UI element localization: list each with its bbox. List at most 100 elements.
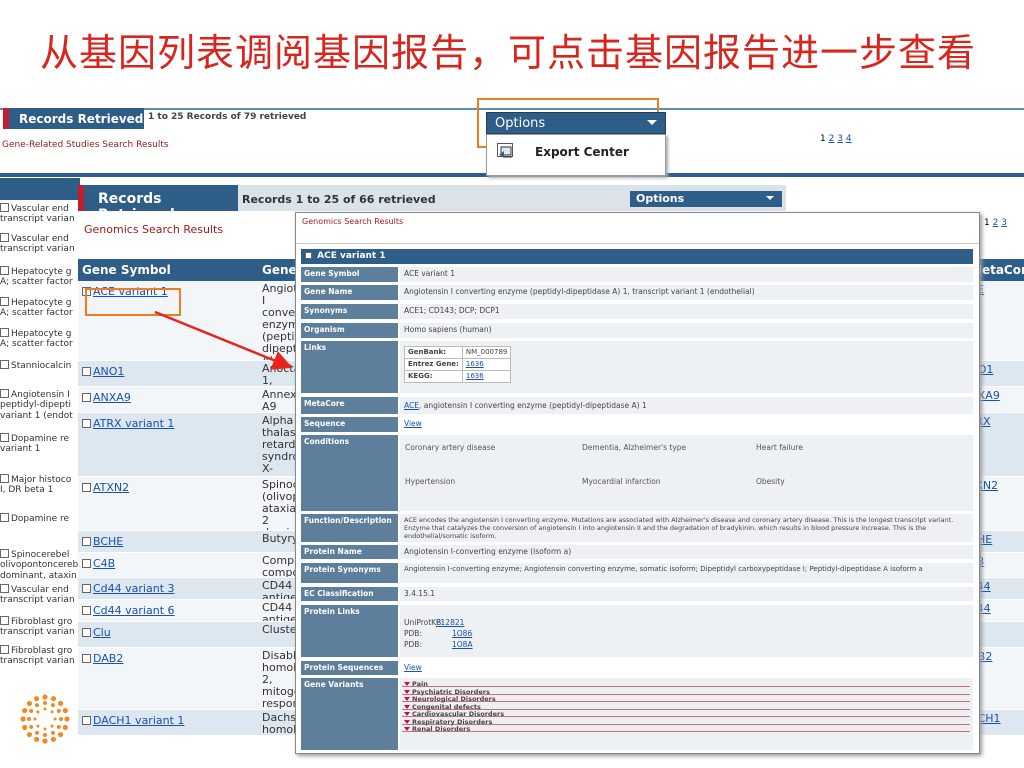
sequence-view-link[interactable]: View <box>404 419 422 428</box>
page-2-link[interactable]: 2 <box>829 134 835 144</box>
list-item: I, DR beta 1 <box>0 485 82 496</box>
list-item: transcript varian <box>0 214 82 225</box>
gene-variant-item[interactable]: Cardiovascular Disorders <box>402 711 970 717</box>
gene-variant-item[interactable]: Neurological Disorders <box>402 696 970 702</box>
row-checkbox[interactable] <box>82 393 91 402</box>
row-checkbox[interactable] <box>82 716 91 725</box>
record-checkbox[interactable] <box>305 252 312 259</box>
sequence-label: Sequence <box>301 417 398 432</box>
gene-symbol-link[interactable]: Cd44 variant 6 <box>93 604 175 617</box>
logo-dot <box>56 709 61 713</box>
row-checkbox[interactable] <box>82 419 91 428</box>
list-item-text: Angiotensin I <box>11 390 70 400</box>
gene-variant-item[interactable]: Respiratory Disorders <box>402 718 970 725</box>
list-item: transcript varian <box>0 595 82 606</box>
row-checkbox[interactable] <box>0 360 9 369</box>
row-checkbox[interactable] <box>0 549 9 558</box>
gene-variant-item[interactable]: Pain <box>402 681 970 687</box>
row-checkbox[interactable] <box>82 654 91 663</box>
row-checkbox[interactable] <box>0 297 9 306</box>
list-item: Stanniocalcin <box>0 360 82 372</box>
gene-symbol-link[interactable]: ATXN2 <box>93 481 129 494</box>
gene-symbol-link[interactable]: DAB2 <box>93 652 123 665</box>
results-subtitle: Gene-Related Studies Search Results <box>2 140 169 150</box>
row-checkbox[interactable] <box>82 537 91 546</box>
logo-dot <box>33 696 40 702</box>
row-checkbox[interactable] <box>0 203 9 212</box>
row-checkbox[interactable] <box>0 584 9 593</box>
page-1[interactable]: 1 <box>820 134 826 144</box>
logo-dot <box>62 724 68 731</box>
list-item-text: I, DR beta 1 <box>0 485 54 495</box>
logo-dot <box>50 696 57 702</box>
records-retrieved-tab[interactable]: Records Retrieved <box>9 108 144 129</box>
gene-symbol-link[interactable]: BCHE <box>93 535 123 548</box>
divider <box>296 243 979 244</box>
gene-symbol-link[interactable]: ANO1 <box>93 365 124 378</box>
records-retrieved-tab[interactable]: Records Retrieved <box>84 185 238 223</box>
row-checkbox[interactable] <box>82 628 91 637</box>
page-4-link[interactable]: 4 <box>846 134 852 144</box>
list-item-text: A; scatter factor <box>0 339 73 349</box>
list-item: A; scatter factor <box>0 339 82 350</box>
page-2-link[interactable]: 2 <box>993 218 999 228</box>
gene-header[interactable]: Gene <box>262 263 297 277</box>
export-center-menu-item[interactable]: Export Center <box>535 145 629 159</box>
function-value: ACE encodes the angiotensin I converting… <box>400 514 973 542</box>
row-checkbox[interactable] <box>0 474 9 483</box>
list-item-text: Stanniocalcin <box>11 361 72 371</box>
uniprot-link[interactable]: P12821 <box>436 618 464 627</box>
logo-dot <box>51 730 55 735</box>
row-checkbox[interactable] <box>0 389 9 398</box>
row-checkbox[interactable] <box>82 584 91 593</box>
logo-dot <box>29 725 34 729</box>
gene-report-popup: Genomics Search Results ACE variant 1 Ge… <box>295 212 980 754</box>
logo-dot <box>50 736 57 742</box>
entrez-label: Entrez Gene: <box>404 358 463 371</box>
gene-variants-value: Pain Psychiatric Disorders Neurological Di… <box>400 678 973 750</box>
gene-symbol-link[interactable]: DACH1 variant 1 <box>93 714 184 727</box>
triangle-down-icon <box>404 682 410 686</box>
gene-symbol-cell: ANO1 <box>82 365 124 378</box>
pdb-link[interactable]: 1O8A <box>452 640 473 649</box>
gene-variant-item[interactable]: Renal Disorders <box>402 726 970 732</box>
conditions-label: Conditions <box>301 435 398 511</box>
options-dropdown[interactable]: Options <box>486 112 666 134</box>
row-checkbox[interactable] <box>0 616 9 625</box>
pdb-link[interactable]: 1O86 <box>452 629 472 638</box>
gene-symbol-cell: Clu <box>82 626 111 639</box>
row-checkbox[interactable] <box>0 328 9 337</box>
row-checkbox[interactable] <box>0 233 9 242</box>
gene-symbol-link[interactable]: C4B <box>93 557 115 570</box>
page-1[interactable]: 1 <box>984 218 990 228</box>
gene-symbol-link[interactable]: ATRX variant 1 <box>93 417 174 430</box>
page-3-link[interactable]: 3 <box>837 134 843 144</box>
row-checkbox[interactable] <box>0 266 9 275</box>
row-checkbox[interactable] <box>0 645 9 654</box>
page-3-link[interactable]: 3 <box>1001 218 1007 228</box>
list-item-text: Hepatocyte g <box>11 329 72 339</box>
gene-symbol-link[interactable]: Cd44 variant 3 <box>93 582 175 595</box>
kegg-link[interactable]: 1636 <box>461 370 512 383</box>
record-title: ACE variant 1 <box>317 251 386 261</box>
row-checkbox[interactable] <box>0 513 9 522</box>
logo-dot <box>22 724 28 731</box>
list-item-text: transcript varian <box>0 244 75 254</box>
row-checkbox[interactable] <box>82 483 91 492</box>
gene-symbol-link[interactable]: ANXA9 <box>93 391 131 404</box>
gene-symbol-link[interactable]: Clu <box>93 626 111 639</box>
gene-symbol-header[interactable]: Gene Symbol <box>82 263 171 277</box>
protein-sequence-view-link[interactable]: View <box>404 663 422 672</box>
metacore-link[interactable]: ACE <box>404 401 419 410</box>
triangle-down-icon <box>404 712 410 716</box>
gene-variant-item[interactable]: Congenital defects <box>402 703 970 710</box>
gene-variant-item[interactable]: Psychiatric Disorders <box>402 688 970 695</box>
row-checkbox[interactable] <box>82 367 91 376</box>
gene-symbol-cell: ATRX variant 1 <box>82 417 174 430</box>
row-checkbox[interactable] <box>82 559 91 568</box>
entrez-link[interactable]: 1636 <box>461 358 512 371</box>
row-checkbox[interactable] <box>82 606 91 615</box>
list-item: transcript varian <box>0 656 82 667</box>
row-checkbox[interactable] <box>0 433 9 442</box>
options-dropdown[interactable]: Options <box>630 191 782 207</box>
